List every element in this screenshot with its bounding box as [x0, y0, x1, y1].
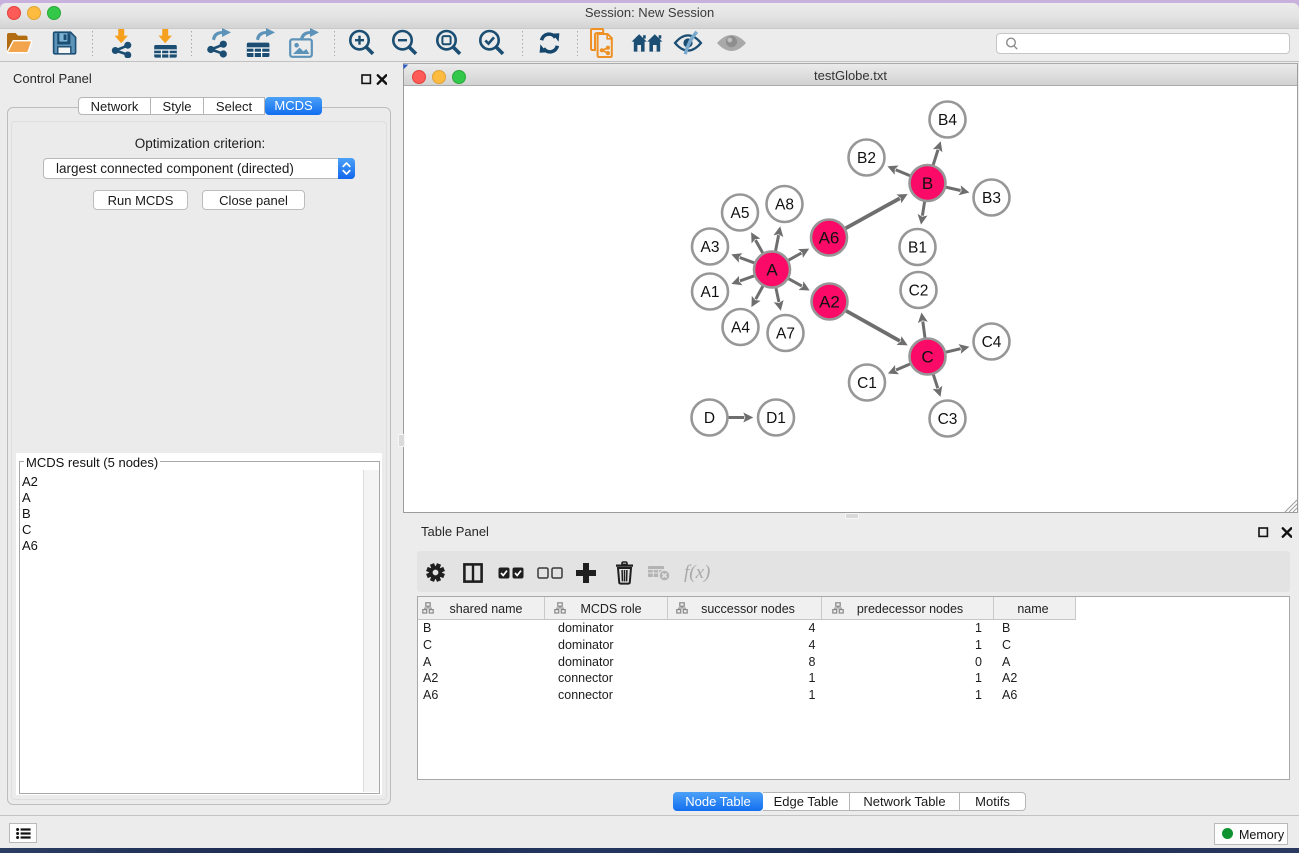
svg-text:C4: C4: [982, 334, 1002, 351]
svg-text:B: B: [922, 174, 933, 193]
svg-text:C: C: [921, 347, 933, 366]
svg-text:A4: A4: [731, 319, 750, 336]
svg-text:C2: C2: [909, 282, 929, 299]
svg-text:A6: A6: [819, 228, 840, 247]
svg-text:A2: A2: [819, 292, 840, 311]
svg-text:B3: B3: [982, 190, 1001, 207]
svg-text:D: D: [704, 410, 715, 427]
svg-text:C3: C3: [938, 411, 958, 428]
svg-text:A7: A7: [776, 325, 795, 342]
svg-text:B4: B4: [938, 112, 957, 129]
svg-text:B2: B2: [857, 150, 876, 167]
svg-text:A1: A1: [701, 284, 720, 301]
svg-text:C1: C1: [857, 375, 877, 392]
svg-text:A3: A3: [701, 239, 720, 256]
svg-text:A: A: [766, 260, 778, 279]
svg-text:A8: A8: [775, 196, 794, 213]
svg-text:A5: A5: [731, 205, 750, 222]
svg-text:D1: D1: [766, 410, 786, 427]
svg-text:B1: B1: [908, 239, 927, 256]
